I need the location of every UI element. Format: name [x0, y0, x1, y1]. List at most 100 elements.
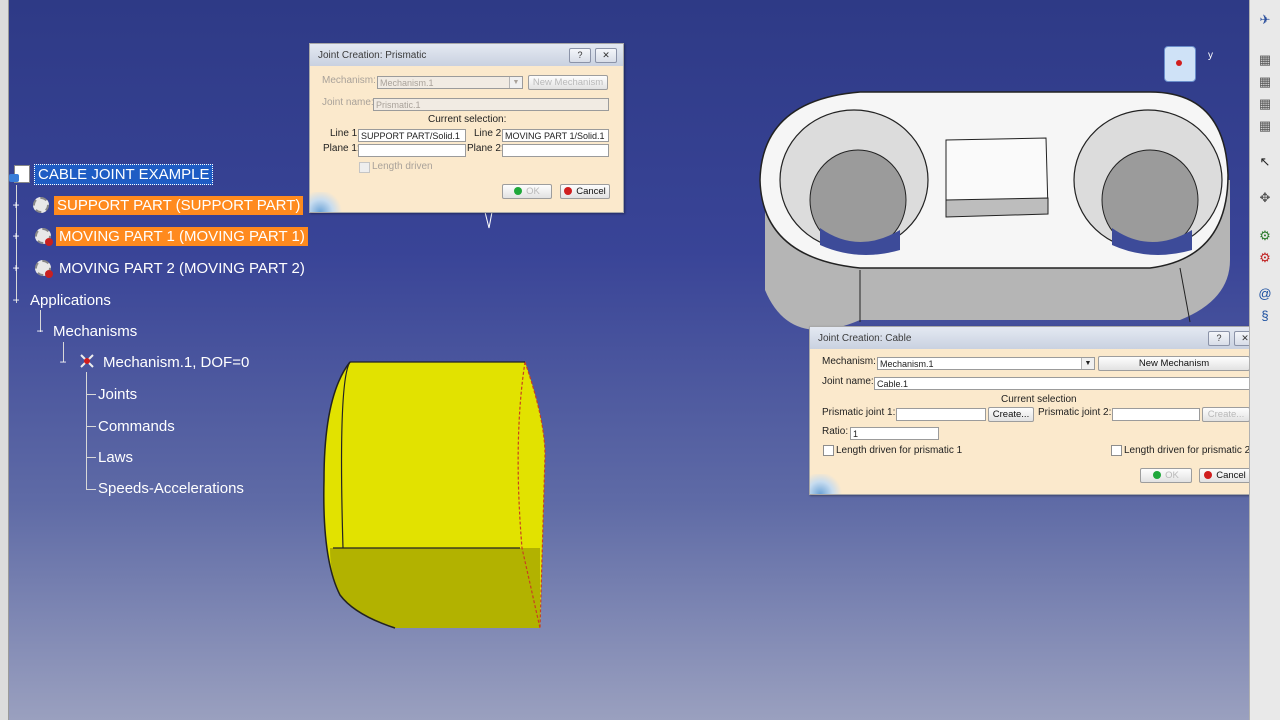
mechanism-combo-value: Mechanism.1 — [880, 359, 934, 369]
move-icon[interactable]: ✥ — [1257, 190, 1273, 206]
support-part-label[interactable]: SUPPORT PART (SUPPORT PART) — [54, 195, 304, 215]
plane2-field[interactable] — [502, 144, 609, 157]
plane1-field[interactable] — [358, 144, 466, 157]
length-driven-checkbox[interactable] — [359, 162, 370, 173]
tree-item-mechanisms[interactable]: Mechanisms — [50, 320, 140, 342]
spiral-icon[interactable]: @ — [1257, 286, 1273, 302]
length-driven-2-label: Length driven for prismatic 2 — [1124, 445, 1251, 456]
tree-item-laws[interactable]: Laws — [95, 446, 136, 468]
plane1-label: Plane 1: — [323, 143, 360, 154]
line1-label: Line 1: — [330, 128, 361, 139]
create-prismatic1-button[interactable]: Create... — [988, 407, 1034, 422]
joint-name-field[interactable]: Prismatic.1 — [373, 98, 609, 111]
ratio-label: Ratio: — [822, 426, 849, 437]
chevron-down-icon[interactable]: ▼ — [509, 77, 522, 88]
joint-name-field[interactable]: Cable.1 — [874, 377, 1250, 390]
mechanisms-label[interactable]: Mechanisms — [50, 322, 140, 341]
tree-item-joints[interactable]: Joints — [95, 383, 140, 405]
tree-item-moving-part-2[interactable]: MOVING PART 2 (MOVING PART 2) — [32, 257, 308, 279]
part-icon — [30, 194, 52, 216]
mechanism-combo[interactable]: Mechanism.1 ▼ — [877, 357, 1095, 370]
catia-logo-icon[interactable]: ✈ — [1257, 12, 1273, 28]
cancel-label: Cancel — [1216, 470, 1246, 481]
dialog-titlebar[interactable]: Joint Creation: Cable ? ✕ — [810, 327, 1262, 349]
length-driven-2-checkbox[interactable] — [1111, 445, 1122, 456]
mechanism-icon[interactable]: ⚙ — [1257, 228, 1273, 244]
part-icon — [32, 257, 54, 279]
dialog-corner-logo — [310, 192, 344, 212]
tree-item-commands[interactable]: Commands — [95, 415, 178, 437]
speeds-label[interactable]: Speeds-Accelerations — [95, 479, 247, 498]
collapse-minus-icon[interactable]: − — [58, 356, 68, 368]
joint-name-label: Joint name: — [322, 97, 374, 108]
right-toolbar[interactable]: ✈ ▦ ▦ ▦ ▦ ↖ ✥ ⚙ ⚙ @ § — [1249, 0, 1280, 720]
collapse-minus-icon[interactable]: − — [35, 325, 45, 337]
select-arrow-icon[interactable]: ↖ — [1257, 154, 1273, 170]
yellow-moving-part[interactable] — [323, 361, 546, 629]
tree-item-mechanism-1[interactable]: Mechanism.1, DOF=0 — [76, 351, 252, 373]
length-driven-label: Length driven — [372, 161, 433, 172]
laws-label[interactable]: Laws — [95, 448, 136, 467]
prismatic-joint-dialog[interactable]: Joint Creation: Prismatic ? ✕ Mechanism:… — [309, 43, 624, 213]
prismatic1-field[interactable] — [896, 408, 986, 421]
help-button[interactable]: ? — [1208, 331, 1230, 346]
ok-label: OK — [1165, 470, 1179, 481]
line1-field[interactable]: SUPPORT PART/Solid.1 — [358, 129, 466, 142]
white-support-part[interactable] — [759, 91, 1230, 330]
prismatic2-label: Prismatic joint 2: — [1038, 407, 1112, 418]
prismatic2-field[interactable] — [1112, 408, 1200, 421]
tree-item-moving-part-1[interactable]: MOVING PART 1 (MOVING PART 1) — [32, 225, 308, 247]
tree-item-speeds[interactable]: Speeds-Accelerations — [95, 477, 247, 499]
joints-label[interactable]: Joints — [95, 385, 140, 404]
dialog-title: Joint Creation: Prismatic — [318, 49, 427, 61]
chevron-down-icon[interactable]: ▼ — [1081, 358, 1094, 369]
tree-root-label[interactable]: CABLE JOINT EXAMPLE — [34, 163, 214, 185]
ratio-field[interactable]: 1 — [850, 427, 939, 440]
ok-button[interactable]: OK — [502, 184, 552, 199]
close-button[interactable]: ✕ — [595, 48, 617, 63]
help-button[interactable]: ? — [569, 48, 591, 63]
collapse-minus-icon[interactable]: − — [11, 294, 21, 306]
dialog-corner-logo — [810, 474, 844, 494]
toolbar-icon-4[interactable]: ▦ — [1257, 118, 1273, 134]
expand-plus-icon[interactable]: + — [11, 262, 21, 274]
compass-widget[interactable]: y — [1162, 38, 1213, 88]
cable-icon[interactable]: § — [1257, 308, 1273, 324]
toolbar-icon-2[interactable]: ▦ — [1257, 74, 1273, 90]
cancel-button[interactable]: Cancel — [1199, 468, 1251, 483]
tree-item-applications[interactable]: Applications — [27, 289, 114, 311]
toolbar-icon-3[interactable]: ▦ — [1257, 96, 1273, 112]
dialog-title: Joint Creation: Cable — [818, 332, 912, 344]
moving-part-2-label[interactable]: MOVING PART 2 (MOVING PART 2) — [56, 259, 308, 278]
tree-item-support-part[interactable]: SUPPORT PART (SUPPORT PART) — [30, 194, 304, 216]
joint-name-label: Joint name: — [822, 376, 874, 387]
length-driven-1-checkbox[interactable] — [823, 445, 834, 456]
mechanism-combo[interactable]: Mechanism.1 ▼ — [377, 76, 523, 89]
applications-label[interactable]: Applications — [27, 291, 114, 310]
new-mechanism-button[interactable]: New Mechanism — [528, 75, 608, 90]
mechanism-label: Mechanism: — [322, 75, 376, 86]
expand-plus-icon[interactable]: + — [11, 230, 21, 242]
current-selection-label: Current selection: — [428, 114, 507, 125]
plane2-label: Plane 2: — [467, 143, 504, 154]
ok-icon — [1153, 471, 1162, 479]
moving-part-1-label[interactable]: MOVING PART 1 (MOVING PART 1) — [56, 226, 308, 246]
joint-icon[interactable]: ⚙ — [1257, 250, 1273, 266]
expand-plus-icon[interactable]: + — [11, 199, 21, 211]
cancel-button[interactable]: Cancel — [560, 184, 610, 199]
new-mechanism-button[interactable]: New Mechanism — [1098, 356, 1250, 371]
cancel-label: Cancel — [576, 186, 606, 197]
commands-label[interactable]: Commands — [95, 417, 178, 436]
compass-dot — [1176, 60, 1182, 66]
cable-joint-dialog[interactable]: Joint Creation: Cable ? ✕ Mechanism: Mec… — [809, 326, 1263, 495]
dialog-titlebar[interactable]: Joint Creation: Prismatic ? ✕ — [310, 44, 623, 66]
product-icon — [9, 163, 32, 185]
toolbar-icon-1[interactable]: ▦ — [1257, 52, 1273, 68]
ok-button[interactable]: OK — [1140, 468, 1192, 483]
specification-tree[interactable]: CABLE JOINT EXAMPLE + SUPPORT PART (SUPP… — [0, 0, 340, 520]
tree-root[interactable]: CABLE JOINT EXAMPLE — [9, 163, 214, 185]
current-selection-label: Current selection — [1001, 394, 1077, 405]
line2-field[interactable]: MOVING PART 1/Solid.1 — [502, 129, 609, 142]
create-prismatic2-button[interactable]: Create... — [1202, 407, 1250, 422]
mechanism-1-label[interactable]: Mechanism.1, DOF=0 — [100, 353, 252, 372]
